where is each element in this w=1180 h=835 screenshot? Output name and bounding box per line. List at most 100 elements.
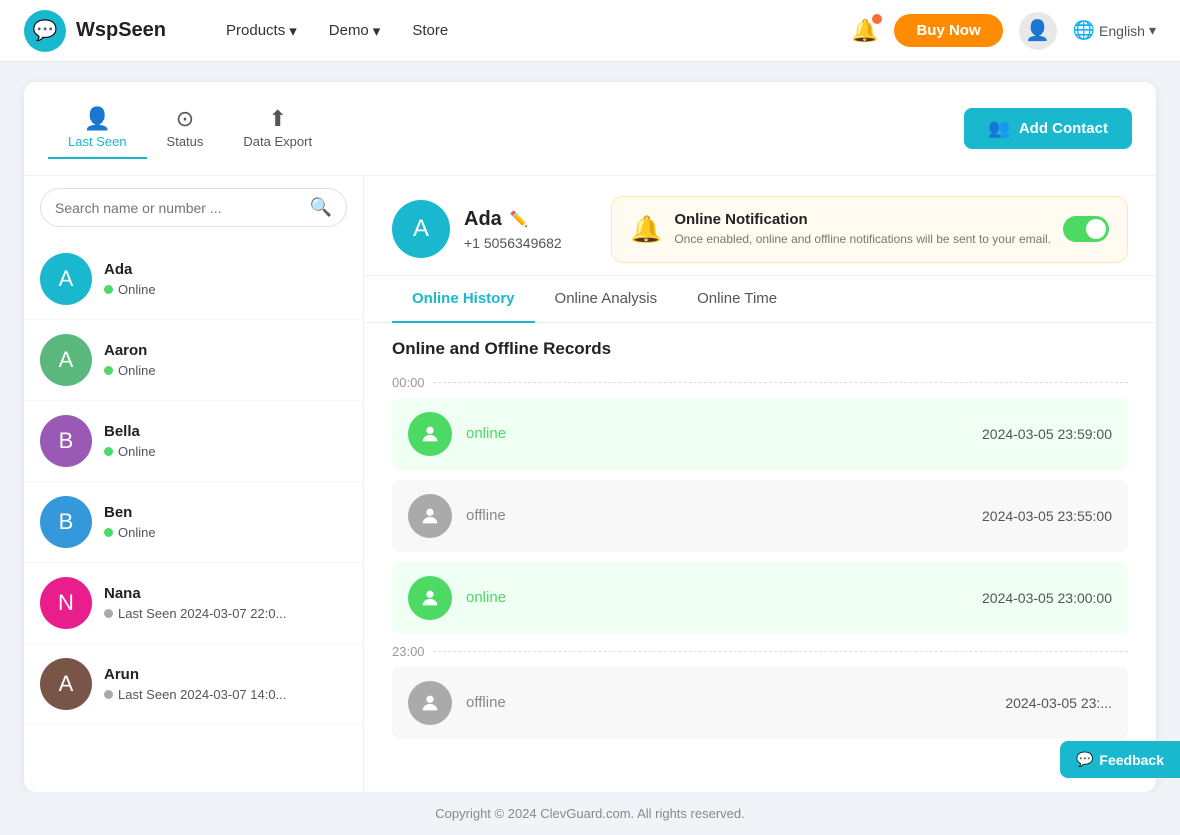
store-label: Store bbox=[412, 22, 448, 39]
contact-info: Bella Online bbox=[104, 423, 347, 459]
records-title: Online and Offline Records bbox=[392, 339, 1128, 359]
add-contact-button[interactable]: 👥 Add Contact bbox=[964, 108, 1132, 149]
offline-icon bbox=[408, 494, 452, 538]
contact-status: Online bbox=[104, 525, 347, 540]
nav-logo[interactable]: 💬 WspSeen bbox=[24, 10, 166, 52]
globe-icon: 🌐 bbox=[1073, 20, 1095, 41]
contact-status: Last Seen 2024-03-07 22:0... bbox=[104, 606, 347, 621]
avatar: A bbox=[40, 658, 92, 710]
feedback-icon: 💬 bbox=[1076, 751, 1093, 768]
contact-info: Nana Last Seen 2024-03-07 22:0... bbox=[104, 585, 347, 621]
list-item[interactable]: A Ada Online bbox=[24, 239, 363, 320]
contact-name: Ada bbox=[104, 261, 347, 278]
online-dot bbox=[104, 528, 113, 537]
avatar: B bbox=[40, 415, 92, 467]
add-contact-icon: 👥 bbox=[988, 118, 1010, 139]
data-export-icon: ⬆ bbox=[269, 106, 287, 132]
search-box[interactable]: 🔍 bbox=[40, 188, 347, 227]
notification-description: Once enabled, online and offline notific… bbox=[674, 231, 1051, 248]
last-seen-icon: 👤 bbox=[84, 106, 111, 132]
language-selector[interactable]: 🌐 English ▾ bbox=[1073, 20, 1156, 41]
feedback-button[interactable]: 💬 Feedback bbox=[1060, 741, 1180, 778]
nav-actions: 🔔 Buy Now 👤 🌐 English ▾ bbox=[851, 12, 1156, 50]
tab-last-seen[interactable]: 👤 Last Seen bbox=[48, 98, 147, 159]
nav-links: Products ▾ Demo ▾ Store bbox=[226, 22, 851, 40]
products-link[interactable]: Products ▾ bbox=[226, 22, 297, 40]
bell-badge bbox=[872, 14, 882, 24]
language-label: English bbox=[1099, 23, 1145, 39]
tab-online-analysis[interactable]: Online Analysis bbox=[535, 276, 678, 323]
edit-contact-icon[interactable]: ✏️ bbox=[510, 210, 529, 228]
avatar: A bbox=[40, 334, 92, 386]
contact-status: Online bbox=[104, 363, 347, 378]
notification-bell[interactable]: 🔔 bbox=[851, 18, 878, 44]
panel-header: 👤 Last Seen ⊙ Status ⬆ Data Export 👥 Add… bbox=[24, 82, 1156, 176]
demo-chevron: ▾ bbox=[373, 22, 381, 40]
record-timestamp: 2024-03-05 23:55:00 bbox=[982, 508, 1112, 524]
record-item: online 2024-03-05 23:00:00 bbox=[392, 562, 1128, 634]
offline-dot bbox=[104, 609, 113, 618]
tab-status-label: Status bbox=[167, 134, 204, 149]
selected-contact-name: Ada ✏️ bbox=[464, 208, 562, 231]
online-icon bbox=[408, 412, 452, 456]
tab-last-seen-label: Last Seen bbox=[68, 134, 127, 149]
tab-online-history[interactable]: Online History bbox=[392, 276, 535, 323]
store-link[interactable]: Store bbox=[412, 22, 448, 39]
search-input[interactable] bbox=[55, 200, 302, 216]
contact-info: Ada Online bbox=[104, 261, 347, 297]
footer: Copyright © 2024 ClevGuard.com. All righ… bbox=[0, 792, 1180, 835]
list-item[interactable]: B Bella Online bbox=[24, 401, 363, 482]
selected-contact-detail: A Ada ✏️ +1 5056349682 bbox=[392, 200, 562, 258]
list-item[interactable]: B Ben Online bbox=[24, 482, 363, 563]
online-dot bbox=[104, 285, 113, 294]
selected-contact-info: Ada ✏️ +1 5056349682 bbox=[464, 208, 562, 251]
offline-dot bbox=[104, 690, 113, 699]
contact-status: Online bbox=[104, 282, 347, 297]
notification-title: Online Notification bbox=[674, 211, 1051, 228]
list-item[interactable]: A Aaron Online bbox=[24, 320, 363, 401]
contact-name: Arun bbox=[104, 666, 347, 683]
demo-link[interactable]: Demo ▾ bbox=[329, 22, 381, 40]
products-label: Products bbox=[226, 22, 285, 39]
add-contact-label: Add Contact bbox=[1019, 120, 1108, 137]
tab-status[interactable]: ⊙ Status bbox=[147, 98, 224, 159]
record-item: offline 2024-03-05 23:55:00 bbox=[392, 480, 1128, 552]
content-area: A Ada ✏️ +1 5056349682 🔔 Online Noti bbox=[364, 176, 1156, 792]
sidebar: 🔍 A Ada Online bbox=[24, 176, 364, 792]
avatar: A bbox=[40, 253, 92, 305]
notification-bell-icon: 🔔 bbox=[630, 214, 662, 245]
sub-tabs: Online History Online Analysis Online Ti… bbox=[364, 276, 1156, 323]
record-timestamp: 2024-03-05 23:... bbox=[1005, 695, 1112, 711]
time-label-23: 23:00 bbox=[392, 644, 1128, 659]
user-avatar-nav[interactable]: 👤 bbox=[1019, 12, 1057, 50]
list-item[interactable]: A Arun Last Seen 2024-03-07 14:0... bbox=[24, 644, 363, 725]
buy-now-button[interactable]: Buy Now bbox=[894, 14, 1002, 47]
panel-body: 🔍 A Ada Online bbox=[24, 176, 1156, 792]
contact-info: Arun Last Seen 2024-03-07 14:0... bbox=[104, 666, 347, 702]
record-status-label: offline bbox=[466, 507, 968, 524]
record-item: offline 2024-03-05 23:... bbox=[392, 667, 1128, 739]
contact-status: Online bbox=[104, 444, 347, 459]
notification-toggle[interactable] bbox=[1063, 216, 1109, 242]
avatar: B bbox=[40, 496, 92, 548]
contact-name: Ben bbox=[104, 504, 347, 521]
demo-label: Demo bbox=[329, 22, 369, 39]
main-bg: 👤 Last Seen ⊙ Status ⬆ Data Export 👥 Add… bbox=[0, 62, 1180, 792]
language-chevron: ▾ bbox=[1149, 22, 1156, 39]
logo-text: WspSeen bbox=[76, 19, 166, 42]
toggle-knob bbox=[1086, 219, 1106, 239]
main-panel: 👤 Last Seen ⊙ Status ⬆ Data Export 👥 Add… bbox=[24, 82, 1156, 792]
online-dot bbox=[104, 447, 113, 456]
navbar: 💬 WspSeen Products ▾ Demo ▾ Store 🔔 Buy … bbox=[0, 0, 1180, 62]
record-timestamp: 2024-03-05 23:59:00 bbox=[982, 426, 1112, 442]
search-icon: 🔍 bbox=[310, 197, 332, 218]
logo-icon: 💬 bbox=[24, 10, 66, 52]
list-item[interactable]: N Nana Last Seen 2024-03-07 22:0... bbox=[24, 563, 363, 644]
tab-data-export[interactable]: ⬆ Data Export bbox=[223, 98, 332, 159]
feedback-label: Feedback bbox=[1099, 752, 1164, 768]
tab-data-export-label: Data Export bbox=[243, 134, 312, 149]
time-label-midnight: 00:00 bbox=[392, 375, 1128, 390]
contact-name: Bella bbox=[104, 423, 347, 440]
contact-name: Aaron bbox=[104, 342, 347, 359]
tab-online-time[interactable]: Online Time bbox=[677, 276, 797, 323]
